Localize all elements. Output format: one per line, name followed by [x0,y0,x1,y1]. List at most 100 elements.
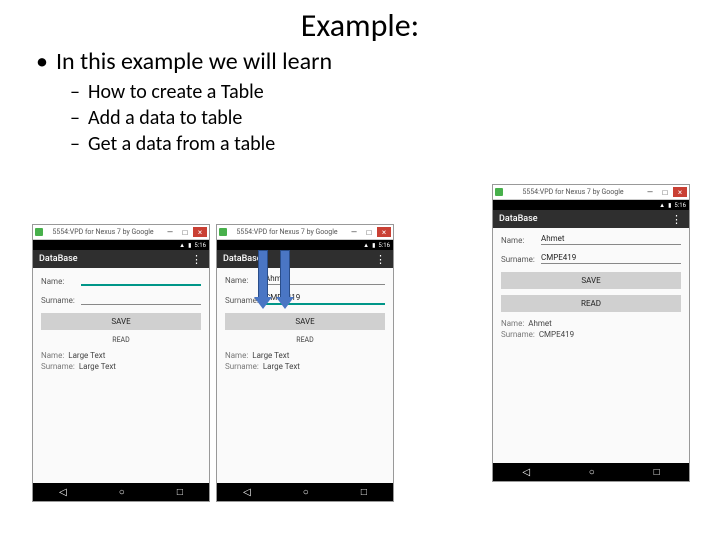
battery-icon: ▮ [668,202,671,209]
out-surname-label: Surname: [225,362,259,371]
output-name-row: Name: Large Text [217,350,393,361]
minimize-button[interactable]: — [163,227,177,237]
signal-icon: ▲ [363,242,369,249]
app-title: DataBase [39,254,78,264]
form-area: Name: Surname: [33,268,209,305]
output-name-row: Name: Ahmet [493,318,689,329]
status-bar: ▲ ▮ 5:16 [217,240,393,250]
output-surname-row: Surname: CMPE419 [493,329,689,340]
nav-home-icon[interactable]: ○ [589,467,595,478]
app-title: DataBase [223,254,262,264]
save-button[interactable]: SAVE [41,313,201,330]
status-time: 5:16 [674,202,686,209]
out-name-label: Name: [501,319,524,328]
bullet-lvl1: In this example we will learn [56,47,720,76]
nav-bar: ◁ ○ □ [217,483,393,501]
signal-icon: ▲ [659,202,665,209]
maximize-button[interactable]: □ [178,227,192,237]
window-titlebar: 5554:VPD for Nexus 7 by Google — □ × [217,225,393,240]
window-title: 5554:VPD for Nexus 7 by Google [503,188,643,196]
nav-home-icon[interactable]: ○ [303,487,309,498]
name-field-row: Name: Ahmet [225,274,385,285]
output-surname-row: Surname: Large Text [217,361,393,372]
status-time: 5:16 [194,242,206,249]
surname-field-row: Surname: CMPE419 [501,253,681,264]
overflow-icon[interactable]: ⋮ [375,253,387,266]
output-name-row: Name: Large Text [33,350,209,361]
surname-label: Surname: [41,296,77,305]
name-label: Name: [41,277,77,286]
close-button[interactable]: × [193,227,207,237]
out-name-value: Ahmet [528,319,552,328]
app-bar: DataBase ⋮ [33,250,209,268]
app-bar: DataBase ⋮ [493,210,689,228]
surname-field-row: Surname: CMPE419 [225,293,385,305]
minimize-button[interactable]: — [347,227,361,237]
overflow-icon[interactable]: ⋮ [191,253,203,266]
out-surname-label: Surname: [501,330,535,339]
surname-label: Surname: [501,255,537,264]
status-bar: ▲ ▮ 5:16 [33,240,209,250]
close-button[interactable]: × [673,187,687,197]
form-area: Name: Ahmet Surname: CMPE419 [217,268,393,305]
nav-recent-icon[interactable]: □ [177,487,183,498]
battery-icon: ▮ [372,242,375,249]
out-surname-value: CMPE419 [539,330,574,339]
window-buttons: — □ × [643,187,687,197]
maximize-button[interactable]: □ [362,227,376,237]
name-label: Name: [501,236,537,245]
nav-back-icon[interactable]: ◁ [522,467,530,478]
bullet-lvl2: Add a data to table [88,106,720,130]
emulator-phone-2: 5554:VPD for Nexus 7 by Google — □ × ▲ ▮… [216,224,394,502]
nav-bar: ◁ ○ □ [33,483,209,501]
window-titlebar: 5554:VPD for Nexus 7 by Google — □ × [493,185,689,200]
battery-icon: ▮ [188,242,191,249]
save-button[interactable]: SAVE [225,313,385,330]
nav-back-icon[interactable]: ◁ [59,487,67,498]
window-title: 5554:VPD for Nexus 7 by Google [43,228,163,236]
out-name-label: Name: [41,351,64,360]
nav-bar: ◁ ○ □ [493,463,689,481]
window-title: 5554:VPD for Nexus 7 by Google [227,228,347,236]
bullet-lvl2: Get a data from a table [88,132,720,156]
read-button[interactable]: READ [501,295,681,312]
close-button[interactable]: × [377,227,391,237]
out-name-value: Large Text [68,351,105,360]
out-name-label: Name: [225,351,248,360]
out-surname-value: Large Text [263,362,300,371]
slide-title: Example: [0,6,720,45]
left-phone-group: 5554:VPD for Nexus 7 by Google — □ × ▲ ▮… [32,224,394,502]
android-icon [495,188,503,196]
read-button[interactable]: READ [33,336,209,344]
bullet-lvl2: How to create a Table [88,80,720,104]
overflow-icon[interactable]: ⋮ [671,213,683,226]
out-name-value: Large Text [252,351,289,360]
save-button[interactable]: SAVE [501,272,681,289]
emulator-phone-1: 5554:VPD for Nexus 7 by Google — □ × ▲ ▮… [32,224,210,502]
read-button[interactable]: READ [217,336,393,344]
name-field-row: Name: [41,274,201,286]
maximize-button[interactable]: □ [658,187,672,197]
minimize-button[interactable]: — [643,187,657,197]
window-titlebar: 5554:VPD for Nexus 7 by Google — □ × [33,225,209,240]
signal-icon: ▲ [179,242,185,249]
arrow-down-icon [280,250,290,300]
app-title: DataBase [499,214,538,224]
surname-input[interactable] [81,294,201,305]
out-surname-label: Surname: [41,362,75,371]
arrow-down-icon [258,250,268,300]
name-field-row: Name: Ahmet [501,234,681,245]
window-buttons: — □ × [163,227,207,237]
form-area: Name: Ahmet Surname: CMPE419 [493,228,689,264]
nav-back-icon[interactable]: ◁ [243,487,251,498]
nav-recent-icon[interactable]: □ [654,467,660,478]
app-bar: DataBase ⋮ [217,250,393,268]
nav-recent-icon[interactable]: □ [361,487,367,498]
name-input[interactable] [81,274,201,286]
output-surname-row: Surname: Large Text [33,361,209,372]
surname-input[interactable]: CMPE419 [541,253,681,264]
name-input[interactable]: Ahmet [541,234,681,245]
nav-home-icon[interactable]: ○ [119,487,125,498]
window-buttons: — □ × [347,227,391,237]
status-bar: ▲ ▮ 5:16 [493,200,689,210]
